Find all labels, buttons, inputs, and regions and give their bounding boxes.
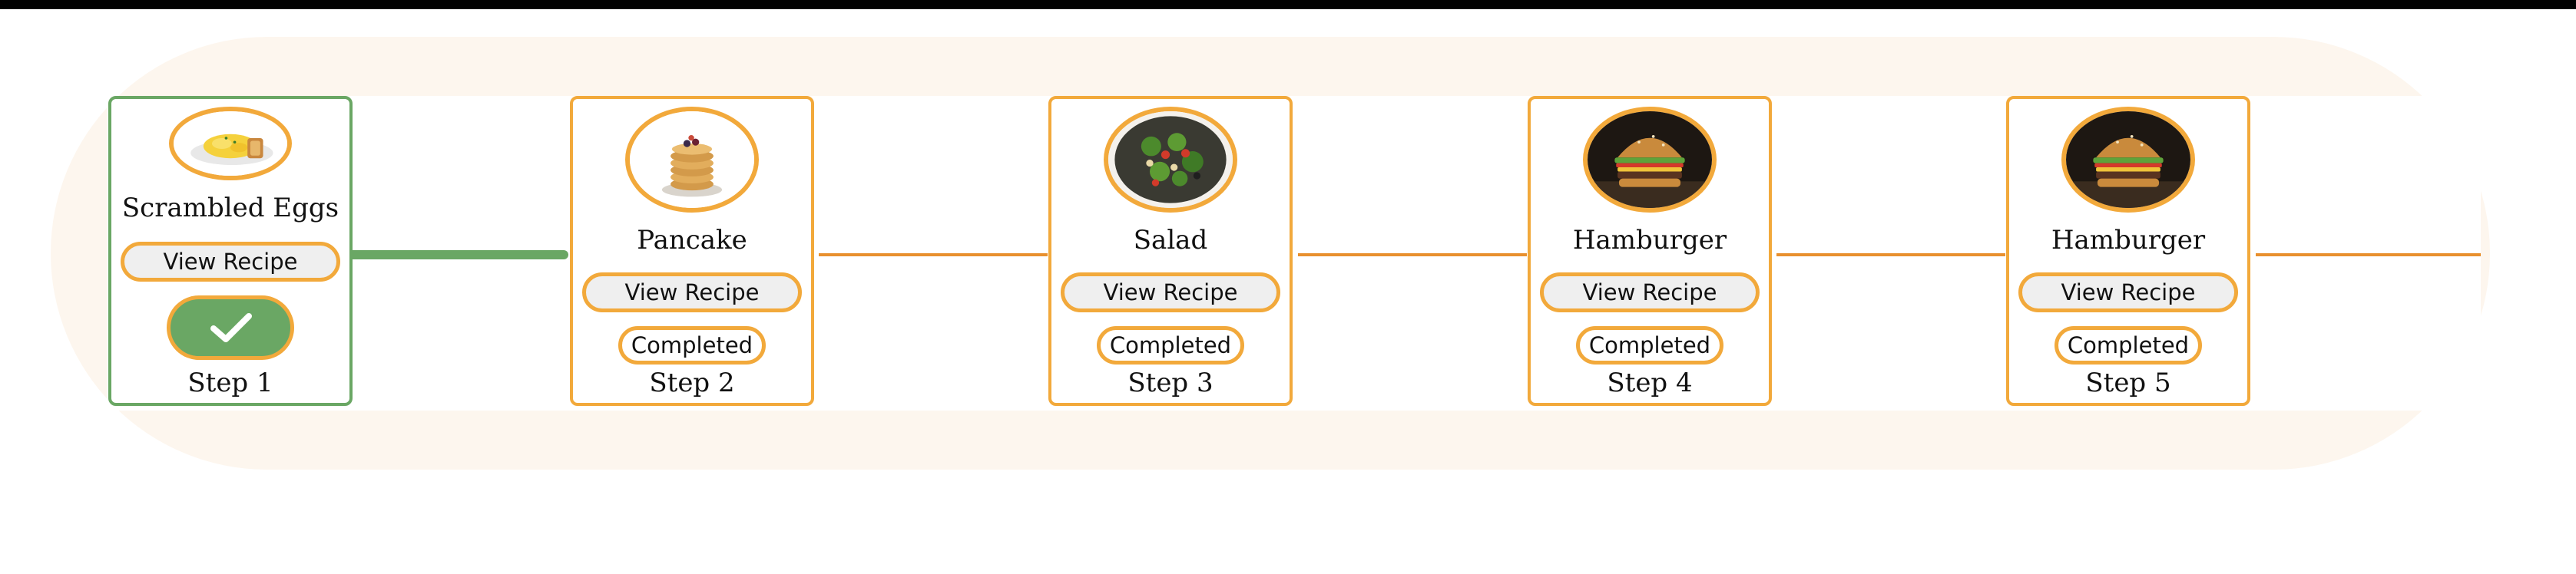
- completed-check-button[interactable]: [167, 295, 294, 360]
- dish-name: Salad: [1133, 225, 1208, 256]
- view-recipe-button[interactable]: View Recipe: [2018, 272, 2238, 312]
- dish-name: Scrambled Eggs: [121, 193, 339, 223]
- scrambled-eggs-image: [169, 107, 292, 180]
- step-label: Step 2: [649, 368, 735, 398]
- connector-2-3: [819, 253, 1048, 256]
- connector-3-4: [1298, 253, 1527, 256]
- hamburger-image: [1583, 107, 1717, 213]
- completed-button[interactable]: Completed: [1097, 326, 1244, 365]
- dish-name: Hamburger: [2051, 225, 2206, 256]
- view-recipe-button[interactable]: View Recipe: [121, 242, 340, 282]
- view-recipe-button[interactable]: View Recipe: [1061, 272, 1280, 312]
- pancake-image: [625, 107, 759, 213]
- completed-button[interactable]: Completed: [1576, 326, 1723, 365]
- salad-image: [1104, 107, 1237, 213]
- top-bar: [0, 0, 2576, 9]
- hamburger-image: [2061, 107, 2195, 213]
- dish-name: Hamburger: [1572, 225, 1727, 256]
- connector-1-2: [343, 250, 568, 259]
- step-label: Step 5: [2085, 368, 2171, 398]
- step-label: Step 1: [187, 368, 273, 398]
- step-card-4: Hamburger View Recipe Completed Step 4: [1528, 96, 1772, 406]
- view-recipe-button[interactable]: View Recipe: [582, 272, 802, 312]
- checkmark-icon: [210, 313, 252, 342]
- view-recipe-button[interactable]: View Recipe: [1540, 272, 1760, 312]
- completed-button[interactable]: Completed: [618, 326, 766, 365]
- dish-name: Pancake: [637, 225, 747, 256]
- step-card-1: Scrambled Eggs View Recipe Step 1: [108, 96, 353, 406]
- step-label: Step 4: [1607, 368, 1693, 398]
- step-card-3: Salad View Recipe Completed Step 3: [1048, 96, 1293, 406]
- step-label: Step 3: [1127, 368, 1214, 398]
- step-card-5: Hamburger View Recipe Completed Step 5: [2006, 96, 2250, 406]
- connector-4-5: [1776, 253, 2005, 256]
- connector-5-end: [2256, 253, 2481, 256]
- step-card-2: Pancake View Recipe Completed Step 2: [570, 96, 814, 406]
- completed-button[interactable]: Completed: [2055, 326, 2202, 365]
